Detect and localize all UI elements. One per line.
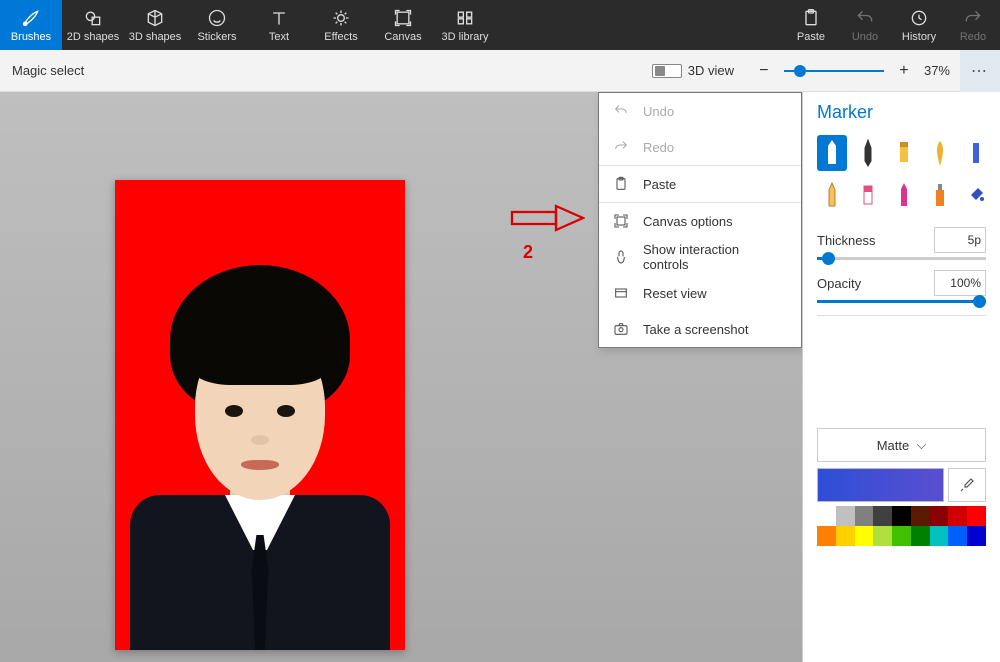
side-panel: Marker Thickness 5p Opacity 100%: [802, 92, 1000, 662]
tool-3d-shapes[interactable]: 3D shapes: [124, 0, 186, 50]
color-swatch[interactable]: [855, 506, 874, 526]
color-swatch[interactable]: [873, 506, 892, 526]
brush-grid: [817, 135, 986, 213]
tool-text[interactable]: Text: [248, 0, 310, 50]
tool-canvas[interactable]: Canvas: [372, 0, 434, 50]
tool-stickers[interactable]: Stickers: [186, 0, 248, 50]
color-swatch[interactable]: [948, 506, 967, 526]
thickness-label: Thickness: [817, 233, 876, 248]
ctx-screenshot[interactable]: Take a screenshot: [599, 311, 801, 347]
brush-watercolor[interactable]: [925, 135, 955, 171]
eyedropper-button[interactable]: [948, 468, 986, 502]
color-swatch[interactable]: [892, 526, 911, 546]
main-area: 1 2 Undo Redo Paste Canvas op: [0, 92, 1000, 662]
ctx-redo[interactable]: Redo: [599, 129, 801, 165]
current-color[interactable]: [817, 468, 944, 502]
secondary-bar: Magic select 3D view − + 37% ⋯: [0, 50, 1000, 92]
tool-brushes[interactable]: Brushes: [0, 0, 62, 50]
3d-view-toggle[interactable]: 3D view: [652, 63, 734, 78]
material-dropdown[interactable]: Matte ⌵: [817, 428, 986, 462]
tool-paste[interactable]: Paste: [784, 0, 838, 50]
brush-fill[interactable]: [961, 177, 991, 213]
portrait-content: [130, 250, 390, 650]
zoom-out-button[interactable]: −: [754, 61, 774, 81]
color-swatch[interactable]: [836, 506, 855, 526]
canvas-image[interactable]: [115, 180, 405, 650]
top-toolbar: Brushes 2D shapes 3D shapes Stickers Tex…: [0, 0, 1000, 50]
thickness-input[interactable]: 5p: [934, 227, 986, 253]
ctx-reset-view[interactable]: Reset view: [599, 275, 801, 311]
color-swatch[interactable]: [967, 526, 986, 546]
tool-effects[interactable]: Effects: [310, 0, 372, 50]
brush-calligraphy[interactable]: [853, 135, 883, 171]
ctx-canvas-options[interactable]: Canvas options: [599, 203, 801, 239]
zoom-bar: − + 37%: [754, 61, 950, 81]
color-swatch[interactable]: [836, 526, 855, 546]
color-swatch[interactable]: [817, 506, 836, 526]
brush-eraser[interactable]: [853, 177, 883, 213]
toggle-icon: [652, 64, 682, 78]
color-swatch[interactable]: [817, 526, 836, 546]
ctx-undo[interactable]: Undo: [599, 93, 801, 129]
color-swatch[interactable]: [892, 506, 911, 526]
zoom-slider[interactable]: [784, 70, 884, 72]
context-menu: Undo Redo Paste Canvas options Show inte…: [598, 92, 802, 348]
brush-pixel[interactable]: [961, 135, 991, 171]
thickness-slider[interactable]: [817, 257, 986, 260]
color-swatch[interactable]: [911, 526, 930, 546]
zoom-percent: 37%: [924, 63, 950, 78]
magic-select[interactable]: Magic select: [0, 63, 96, 78]
ctx-show-interaction[interactable]: Show interaction controls: [599, 239, 801, 275]
chevron-down-icon: ⌵: [916, 437, 926, 453]
opacity-label: Opacity: [817, 276, 861, 291]
tool-2d-shapes[interactable]: 2D shapes: [62, 0, 124, 50]
opacity-input[interactable]: 100%: [934, 270, 986, 296]
brush-pencil[interactable]: [817, 177, 847, 213]
tool-3d-library[interactable]: 3D library: [434, 0, 496, 50]
ctx-paste[interactable]: Paste: [599, 166, 801, 202]
brush-marker[interactable]: [817, 135, 847, 171]
brush-spray[interactable]: [925, 177, 955, 213]
color-swatch[interactable]: [855, 526, 874, 546]
panel-title: Marker: [817, 102, 986, 123]
color-swatch[interactable]: [948, 526, 967, 546]
tool-history[interactable]: History: [892, 0, 946, 50]
more-menu-button[interactable]: ⋯: [960, 50, 1000, 92]
color-swatch[interactable]: [911, 506, 930, 526]
brush-oil[interactable]: [889, 135, 919, 171]
annotation-label-2: 2: [523, 242, 533, 263]
zoom-in-button[interactable]: +: [894, 61, 914, 81]
annotation-arrow-2: [510, 204, 585, 232]
color-swatch[interactable]: [930, 526, 949, 546]
brush-crayon[interactable]: [889, 177, 919, 213]
color-swatch[interactable]: [967, 506, 986, 526]
color-palette: [817, 506, 986, 546]
canvas-workspace[interactable]: 1 2 Undo Redo Paste Canvas op: [0, 92, 802, 662]
opacity-slider[interactable]: [817, 300, 986, 303]
color-swatch[interactable]: [873, 526, 892, 546]
color-swatch[interactable]: [930, 506, 949, 526]
tool-redo[interactable]: Redo: [946, 0, 1000, 50]
tool-undo[interactable]: Undo: [838, 0, 892, 50]
